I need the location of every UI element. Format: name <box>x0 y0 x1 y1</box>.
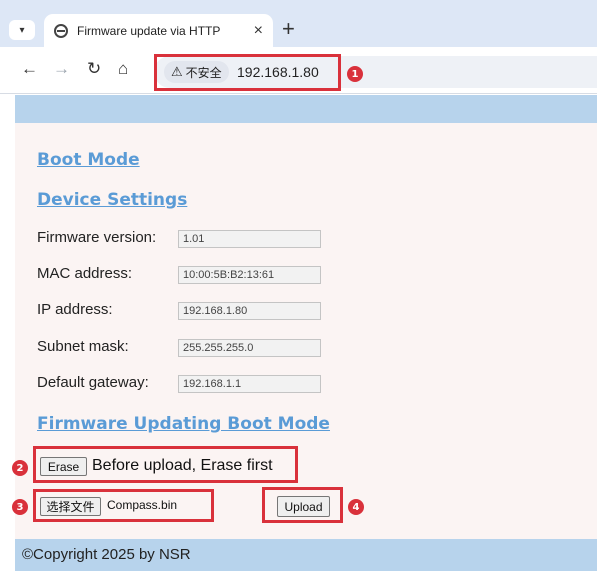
page-header-band <box>15 95 597 123</box>
annotation-marker-3: 3 <box>12 499 28 515</box>
subnet-mask-field[interactable] <box>178 339 321 357</box>
default-gateway-label: Default gateway: <box>37 374 149 391</box>
ip-address-field[interactable] <box>178 302 321 320</box>
tab-title: Firmware update via HTTP <box>77 23 221 38</box>
firmware-updating-boot-mode-link[interactable]: Firmware Updating Boot Mode <box>37 414 330 434</box>
default-gateway-field[interactable] <box>178 375 321 393</box>
page-content <box>15 123 597 539</box>
boot-mode-link[interactable]: Boot Mode <box>37 150 140 170</box>
device-settings-link[interactable]: Device Settings <box>37 190 187 210</box>
mac-address-field[interactable] <box>178 266 321 284</box>
selected-file-name: Compass.bin <box>107 498 178 512</box>
url-text[interactable]: 192.168.1.80 <box>237 61 319 83</box>
subnet-mask-label: Subnet mask: <box>37 338 129 355</box>
erase-note: Before upload, Erase first <box>92 457 273 474</box>
ip-address-label: IP address: <box>37 301 113 318</box>
firmware-version-field[interactable] <box>178 230 321 248</box>
erase-button[interactable]: Erase <box>40 457 87 476</box>
home-icon[interactable]: ⌂ <box>118 58 128 80</box>
new-tab-button[interactable]: + <box>282 16 295 42</box>
mac-address-label: MAC address: <box>37 265 133 282</box>
upload-button[interactable]: Upload <box>277 496 330 517</box>
annotation-marker-1: 1 <box>347 66 363 82</box>
annotation-marker-4: 4 <box>348 499 364 515</box>
annotation-marker-2: 2 <box>12 460 28 476</box>
chevron-down-icon: ▾ <box>19 24 25 36</box>
back-icon[interactable]: ← <box>21 58 38 80</box>
copyright-text: ©Copyright 2025 by NSR <box>22 546 191 563</box>
globe-icon <box>54 23 68 38</box>
security-indicator[interactable]: ⚠ 不安全 <box>164 61 229 83</box>
firmware-version-label: Firmware version: <box>37 229 157 246</box>
choose-file-button[interactable]: 选择文件 <box>40 497 101 516</box>
tab-search-button[interactable]: ▾ <box>9 20 35 40</box>
security-label: 不安全 <box>185 65 222 80</box>
browser-tab[interactable]: Firmware update via HTTP × <box>44 14 273 47</box>
warning-icon: ⚠ <box>171 64 183 79</box>
forward-icon[interactable]: → <box>53 58 70 80</box>
close-icon[interactable]: × <box>254 22 263 40</box>
reload-icon[interactable]: ↻ <box>87 58 101 80</box>
